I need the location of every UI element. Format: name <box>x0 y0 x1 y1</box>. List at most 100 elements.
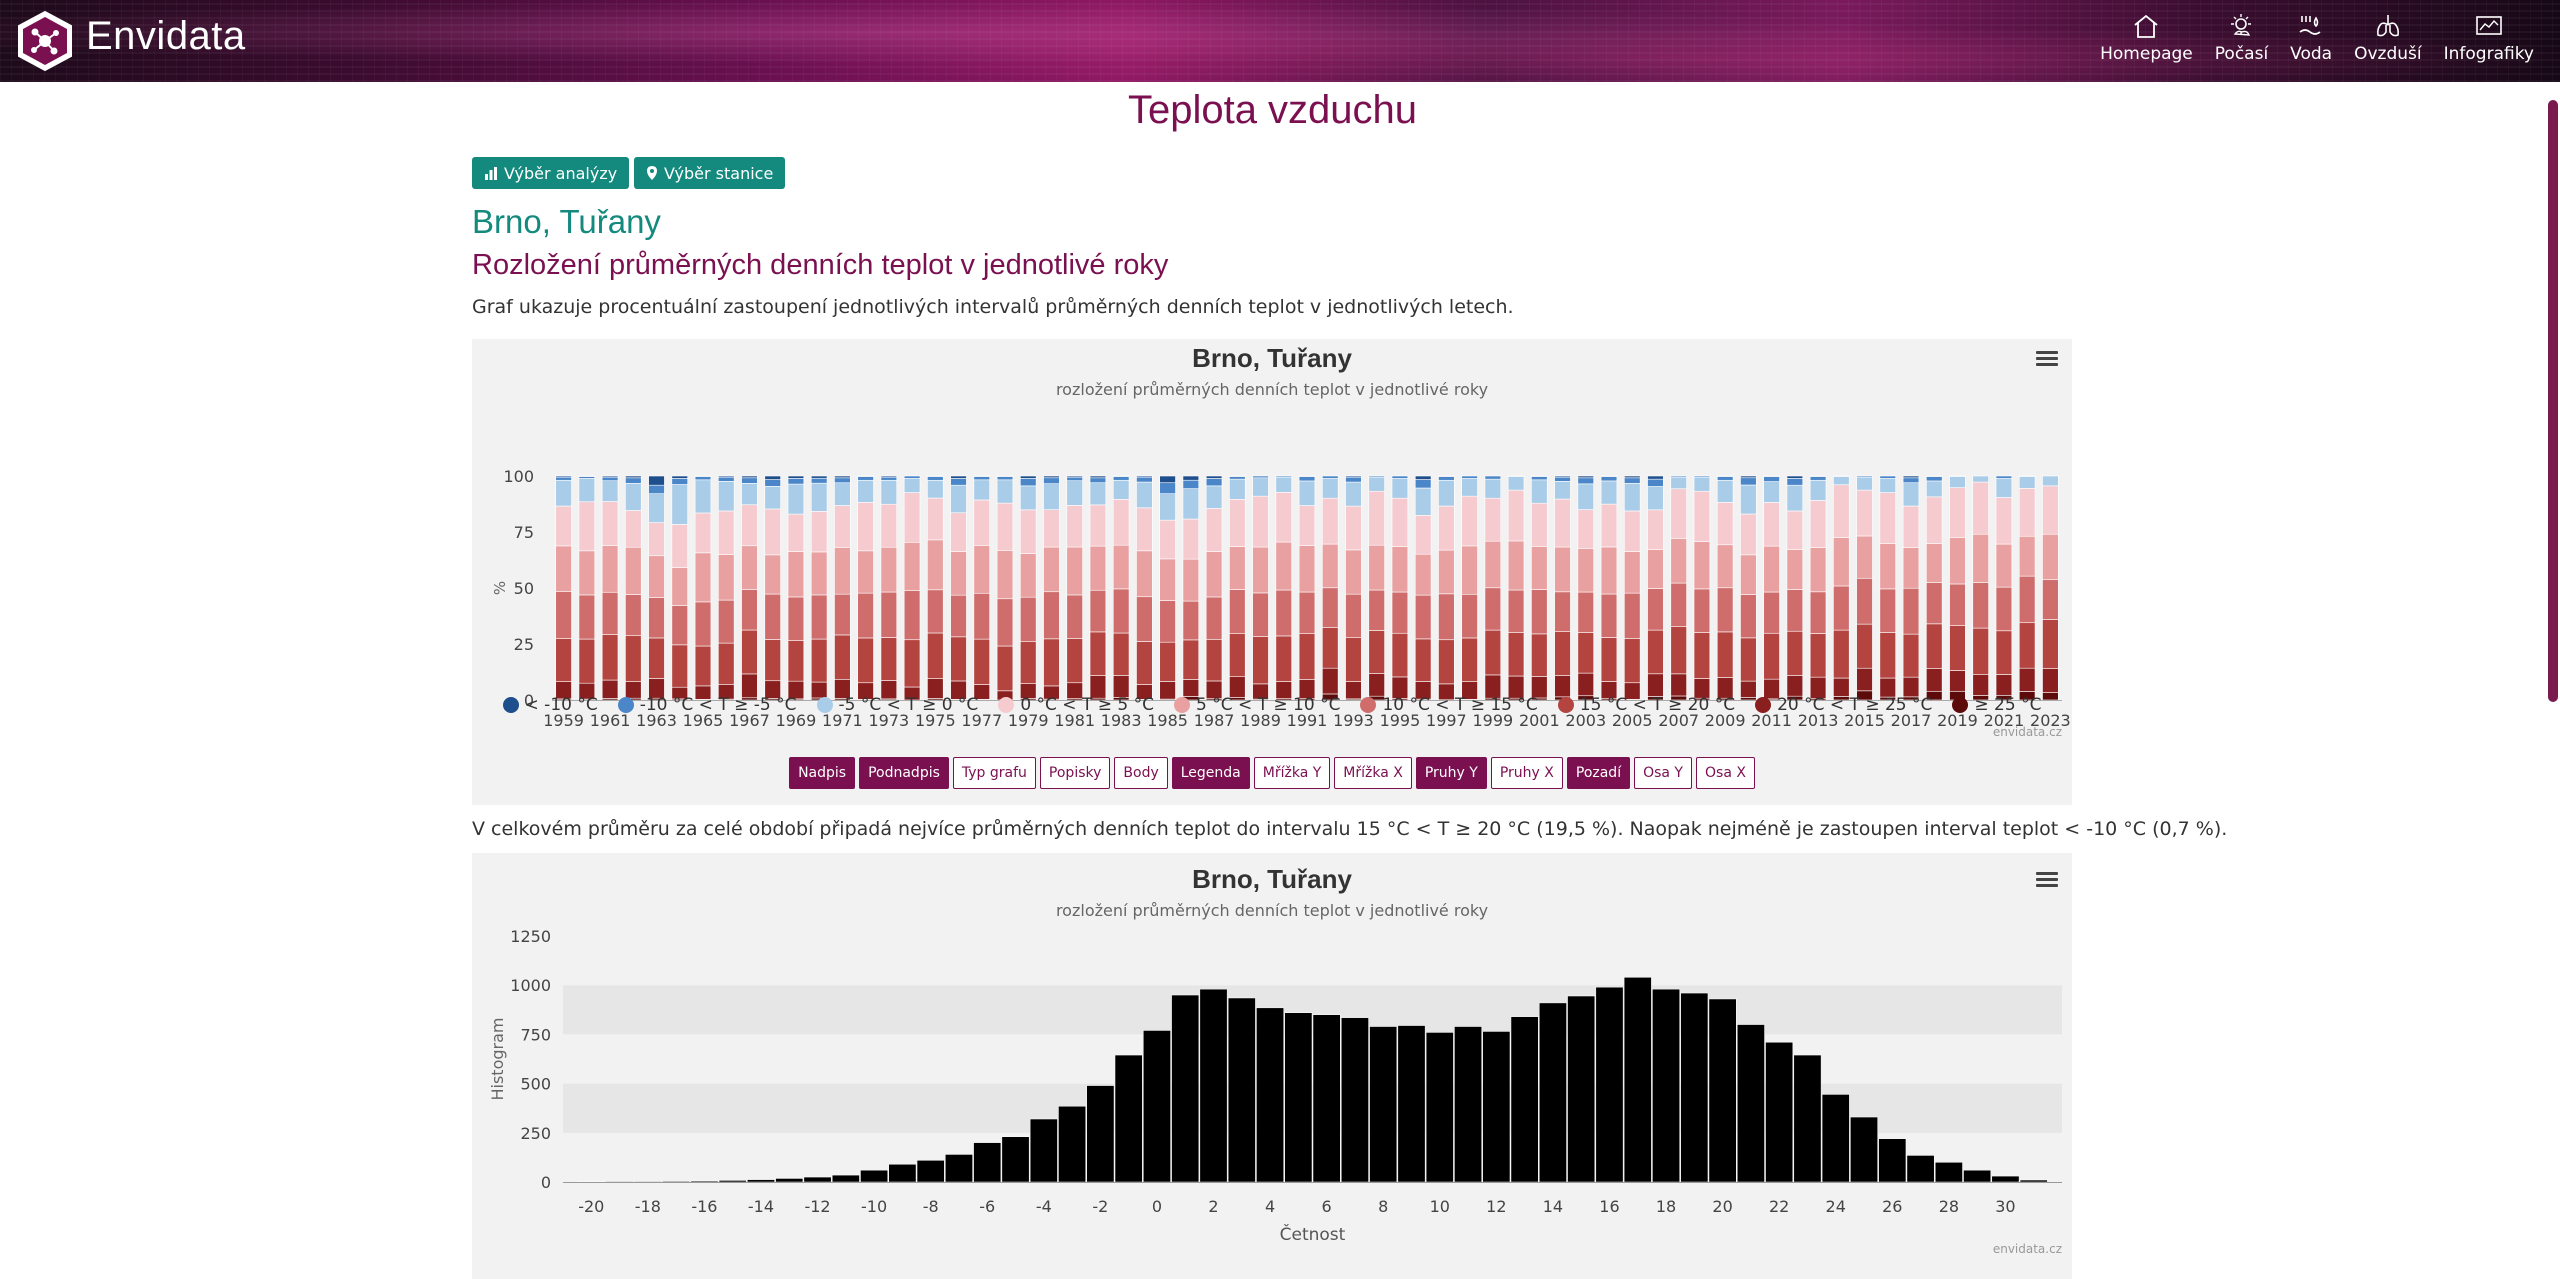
bar-segment[interactable] <box>1902 482 1920 507</box>
bar-segment[interactable] <box>601 476 619 482</box>
bar-segment[interactable] <box>1252 495 1269 548</box>
bar-segment[interactable] <box>1020 553 1037 598</box>
toggle-body[interactable]: Body <box>1114 757 1168 789</box>
bar-segment[interactable] <box>671 524 688 568</box>
bar-segment[interactable] <box>857 550 874 594</box>
bar-segment[interactable] <box>1693 490 1711 542</box>
histogram-bar[interactable] <box>1934 1162 1963 1183</box>
bar-segment[interactable] <box>903 639 921 688</box>
bar-segment[interactable] <box>1740 513 1757 556</box>
bar-segment[interactable] <box>1577 475 1594 479</box>
bar-segment[interactable] <box>718 599 735 644</box>
bar-segment[interactable] <box>578 478 596 503</box>
bar-segment[interactable] <box>1670 488 1687 539</box>
bar-segment[interactable] <box>903 542 921 591</box>
bar-segment[interactable] <box>1716 502 1734 546</box>
bar-segment[interactable] <box>810 511 828 553</box>
bar-segment[interactable] <box>601 545 619 593</box>
bar-segment[interactable] <box>880 503 898 548</box>
bar-segment[interactable] <box>2018 535 2036 577</box>
histogram-bar[interactable] <box>1312 1014 1341 1183</box>
bar-segment[interactable] <box>1647 478 1664 487</box>
bar-segment[interactable] <box>1159 558 1176 601</box>
bar-segment[interactable] <box>1322 475 1339 479</box>
bar-segment[interactable] <box>671 475 688 479</box>
bar-segment[interactable] <box>787 551 805 598</box>
bar-segment[interactable] <box>1159 641 1176 682</box>
bar-segment[interactable] <box>1786 630 1804 676</box>
bar-segment[interactable] <box>2018 476 2036 489</box>
bar-segment[interactable] <box>1624 551 1641 594</box>
bar-segment[interactable] <box>1647 509 1664 550</box>
chart-menu-icon[interactable] <box>2036 348 2058 368</box>
brand-name[interactable]: Envidata <box>86 14 246 59</box>
bar-segment[interactable] <box>1112 479 1130 500</box>
nav-air[interactable]: Ovzduší <box>2354 12 2422 64</box>
bar-segment[interactable] <box>1414 594 1432 640</box>
bar-segment[interactable] <box>2042 619 2059 669</box>
bar-segment[interactable] <box>1298 545 1316 593</box>
bar-segment[interactable] <box>973 476 990 481</box>
bar-segment[interactable] <box>1972 627 1989 675</box>
bar-segment[interactable] <box>1043 509 1060 548</box>
bar-segment[interactable] <box>1112 498 1130 546</box>
toggle-osa-x[interactable]: Osa X <box>1696 757 1755 789</box>
bar-segment[interactable] <box>880 479 898 505</box>
bar-segment[interactable] <box>1833 475 1850 477</box>
bar-segment[interactable] <box>1136 550 1153 598</box>
bar-segment[interactable] <box>764 479 781 487</box>
bar-segment[interactable] <box>648 597 665 639</box>
bar-segment[interactable] <box>671 567 688 606</box>
bar-segment[interactable] <box>1252 475 1269 479</box>
bar-segment[interactable] <box>694 479 712 514</box>
histogram-bar[interactable] <box>1680 992 1709 1183</box>
bar-segment[interactable] <box>1275 635 1292 682</box>
bar-segment[interactable] <box>1112 475 1130 477</box>
bar-segment[interactable] <box>880 591 898 638</box>
bar-segment[interactable] <box>1507 540 1525 591</box>
bar-segment[interactable] <box>1229 475 1246 477</box>
bar-segment[interactable] <box>1089 477 1107 484</box>
histogram-bar[interactable] <box>1482 1031 1511 1183</box>
bar-segment[interactable] <box>1647 486 1664 511</box>
bar-segment[interactable] <box>834 475 851 479</box>
bar-segment[interactable] <box>1879 588 1896 633</box>
bar-segment[interactable] <box>1322 543 1339 589</box>
bar-segment[interactable] <box>1484 478 1502 499</box>
bar-segment[interactable] <box>927 539 944 591</box>
bar-segment[interactable] <box>1949 537 1966 585</box>
toggle-pruhy-x[interactable]: Pruhy X <box>1490 757 1563 789</box>
bar-segment[interactable] <box>857 479 874 503</box>
bar-segment[interactable] <box>1786 549 1804 590</box>
bar-segment[interactable] <box>1461 593 1478 639</box>
histogram-bar[interactable] <box>1143 1030 1171 1183</box>
histogram-bar[interactable] <box>1652 988 1680 1183</box>
bar-segment[interactable] <box>1159 482 1176 494</box>
nav-homepage[interactable]: Homepage <box>2100 12 2193 64</box>
bar-segment[interactable] <box>1902 587 1920 635</box>
bar-segment[interactable] <box>787 483 805 515</box>
bar-segment[interactable] <box>1345 549 1362 595</box>
bar-segment[interactable] <box>1577 548 1594 593</box>
histogram-bar[interactable] <box>633 1181 662 1183</box>
bar-segment[interactable] <box>1786 478 1804 486</box>
bar-segment[interactable] <box>671 605 688 646</box>
bar-segment[interactable] <box>857 637 874 684</box>
bar-segment[interactable] <box>1740 477 1757 486</box>
bar-segment[interactable] <box>1507 489 1525 542</box>
histogram-bar[interactable] <box>1765 1042 1794 1183</box>
bar-segment[interactable] <box>787 475 805 479</box>
nav-weather[interactable]: Počasí <box>2215 12 2268 64</box>
bar-segment[interactable] <box>1856 535 1873 579</box>
bar-segment[interactable] <box>1507 632 1525 677</box>
bar-segment[interactable] <box>1252 546 1269 594</box>
bar-segment[interactable] <box>1624 483 1641 512</box>
bar-segment[interactable] <box>996 598 1014 647</box>
bar-segment[interactable] <box>1740 475 1757 479</box>
bar-segment[interactable] <box>996 645 1014 692</box>
bar-segment[interactable] <box>1577 509 1594 549</box>
bar-segment[interactable] <box>787 513 805 552</box>
bar-segment[interactable] <box>555 475 572 478</box>
bar-segment[interactable] <box>1345 476 1362 483</box>
bar-segment[interactable] <box>625 510 642 548</box>
